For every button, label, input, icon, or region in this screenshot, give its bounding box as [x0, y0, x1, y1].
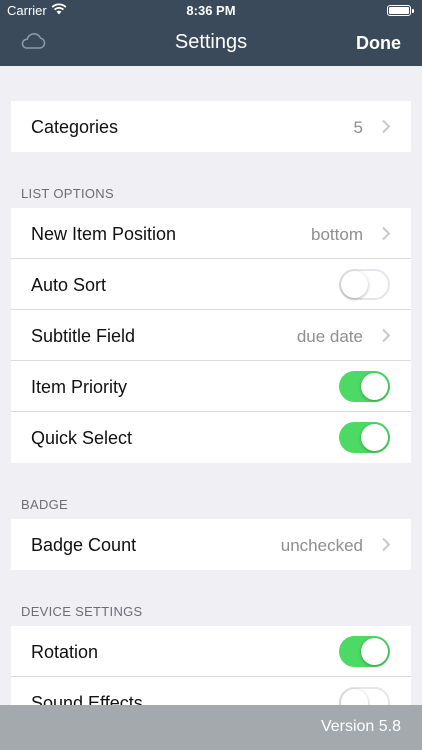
- item-priority-label: Item Priority: [31, 377, 128, 397]
- done-button[interactable]: Done: [356, 33, 401, 54]
- quick-select-toggle[interactable]: [339, 422, 390, 453]
- subtitle-field-value: due date: [296, 327, 363, 346]
- badge-count-value: unchecked: [280, 536, 363, 555]
- navigation-bar: Carrier 8:36 PM Settings Done: [0, 0, 422, 66]
- new-item-position-value: bottom: [311, 225, 363, 244]
- badge-group: Badge Count unchecked: [11, 519, 411, 570]
- status-bar: Carrier 8:36 PM: [0, 0, 422, 22]
- list-options-group: New Item Position bottom Auto Sort Subti…: [11, 208, 411, 463]
- new-item-position-row[interactable]: New Item Position bottom: [11, 208, 411, 259]
- rotation-label: Rotation: [31, 642, 99, 662]
- auto-sort-row: Auto Sort: [11, 259, 411, 310]
- version-footer: Version 5.8: [0, 705, 422, 750]
- chevron-right-icon: [382, 537, 391, 552]
- rotation-row: Rotation: [11, 626, 411, 677]
- badge-count-label: Badge Count: [31, 535, 137, 555]
- subtitle-field-row[interactable]: Subtitle Field due date: [11, 310, 411, 361]
- chevron-right-icon: [382, 119, 391, 134]
- subtitle-field-label: Subtitle Field: [31, 326, 136, 346]
- item-priority-row: Item Priority: [11, 361, 411, 412]
- quick-select-row: Quick Select: [11, 412, 411, 463]
- item-priority-toggle[interactable]: [339, 371, 390, 402]
- chevron-right-icon: [382, 226, 391, 241]
- categories-group: Categories 5: [11, 101, 411, 152]
- auto-sort-label: Auto Sort: [31, 275, 107, 295]
- badge-count-row[interactable]: Badge Count unchecked: [11, 519, 411, 570]
- status-time: 8:36 PM: [186, 3, 236, 18]
- categories-label: Categories: [31, 117, 119, 137]
- battery-icon: [387, 5, 414, 16]
- new-item-position-label: New Item Position: [31, 224, 177, 244]
- version-label: Version 5.8: [320, 718, 401, 735]
- rotation-toggle[interactable]: [339, 636, 390, 667]
- categories-value: 5: [353, 118, 363, 137]
- quick-select-label: Quick Select: [31, 428, 133, 448]
- badge-header: BADGE: [21, 497, 69, 512]
- list-options-header: LIST OPTIONS: [21, 186, 114, 201]
- auto-sort-toggle[interactable]: [339, 269, 390, 300]
- device-settings-header: DEVICE SETTINGS: [21, 604, 143, 619]
- chevron-right-icon: [382, 328, 391, 343]
- categories-row[interactable]: Categories 5: [11, 101, 411, 152]
